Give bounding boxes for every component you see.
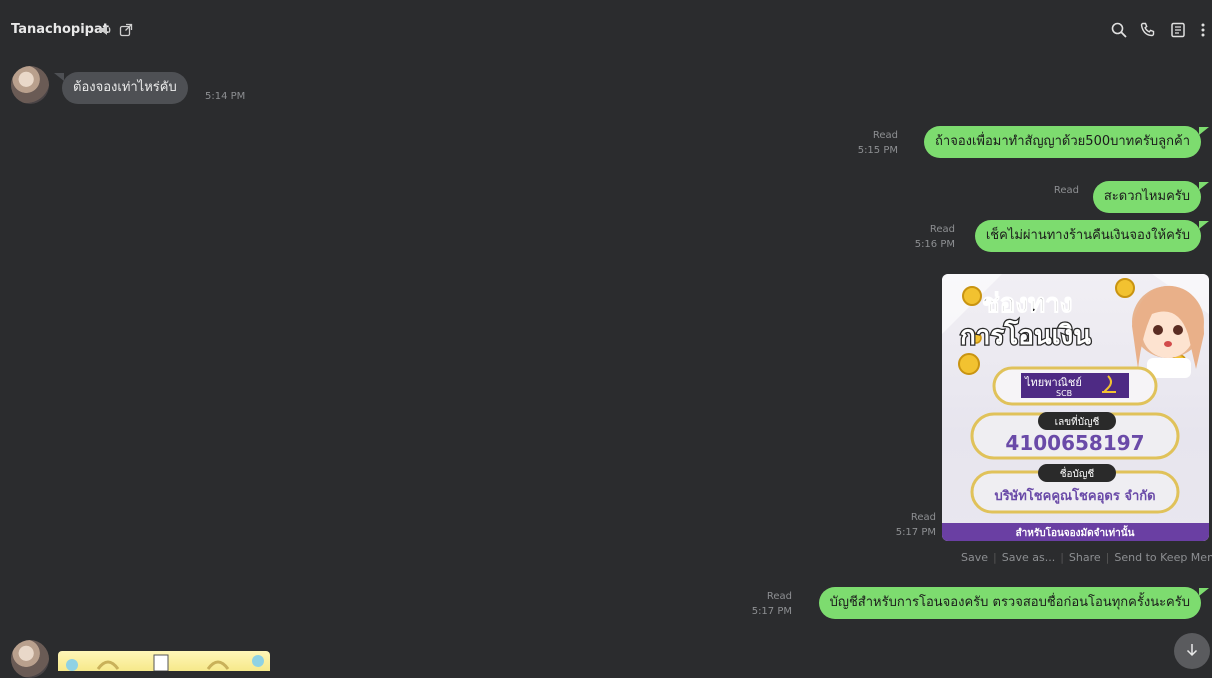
share-button[interactable]: Share	[1069, 551, 1101, 564]
read-receipt: Read	[766, 591, 792, 602]
outgoing-message[interactable]: สะดวกไหมครับ	[1092, 181, 1201, 213]
save-button[interactable]: Save	[961, 551, 988, 564]
bank-name: ไทยพาณิชย์	[1024, 376, 1082, 389]
read-receipt: Read	[910, 512, 936, 523]
chat-header: Tanachopipat	[0, 0, 1212, 60]
phone-icon[interactable]	[1138, 20, 1158, 40]
message-time: 5:15 PM	[857, 145, 898, 156]
account-name: บริษัทโชคคูณโชคอุดร จำกัด	[994, 487, 1155, 504]
bubble-tail	[54, 73, 64, 81]
image-footer: สำหรับโอนจองมัดจำเท่านั้น	[1016, 525, 1135, 539]
avatar[interactable]	[11, 66, 49, 104]
bubble-tail	[1199, 182, 1209, 190]
incoming-image-preview[interactable]	[58, 651, 270, 671]
account-label: เลขที่บัญชี	[1055, 414, 1100, 428]
read-receipt: Read	[929, 224, 955, 235]
message-time: 5:17 PM	[751, 606, 792, 617]
bubble-tail	[1199, 127, 1209, 135]
read-receipt: Read	[1053, 185, 1079, 196]
send-to-keep-memo-button[interactable]: Send to Keep Memo	[1114, 551, 1212, 564]
bank-transfer-graphic: ช่องทาง การโอนเงิน ไทยพาณิชย์ SCB เลขที่…	[942, 274, 1209, 541]
message-time: 5:17 PM	[895, 527, 936, 538]
incoming-message[interactable]: ต้องจองเท่าไหร่คับ	[62, 72, 188, 104]
outgoing-message[interactable]: บัญชีสำหรับการโอนจองครับ ตรวจสอบชื่อก่อน…	[818, 587, 1201, 619]
save-as-button[interactable]: Save as...	[1002, 551, 1055, 564]
account-name-label: ชื่อบัญชี	[1060, 466, 1095, 480]
search-icon[interactable]	[1109, 20, 1129, 40]
scroll-down-button[interactable]	[1174, 633, 1210, 669]
avatar[interactable]	[11, 640, 49, 678]
outgoing-message[interactable]: เช็คไม่ผ่านทางร้านคืนเงินจองให้ครับ	[974, 220, 1201, 252]
more-vertical-icon[interactable]	[1193, 20, 1212, 40]
message-time: 5:14 PM	[205, 91, 246, 102]
message-time: 5:16 PM	[914, 239, 955, 250]
speaker-icon[interactable]	[96, 20, 116, 40]
bank-code: SCB	[1056, 389, 1072, 398]
headline-line-2: การโอนเงิน	[960, 319, 1091, 351]
bubble-tail	[1199, 588, 1209, 596]
read-receipt: Read	[872, 130, 898, 141]
bank-transfer-image[interactable]: ช่องทาง การโอนเงิน ไทยพาณิชย์ SCB เลขที่…	[942, 274, 1209, 541]
open-external-icon[interactable]	[116, 20, 136, 40]
bubble-tail	[1199, 221, 1209, 229]
chat-title[interactable]: Tanachopipat	[11, 22, 109, 37]
image-actions: Save|Save as...|Share|Send to Keep Memo	[961, 551, 1212, 564]
notes-icon[interactable]	[1168, 20, 1188, 40]
scroll-down-icon	[1185, 642, 1199, 661]
headline-line-1: ช่องทาง	[982, 289, 1072, 319]
outgoing-message[interactable]: ถ้าจองเพื่อมาทำสัญญาด้วย500บาทครับลูกค้า	[924, 126, 1201, 158]
account-number: 4100658197	[1005, 431, 1144, 455]
